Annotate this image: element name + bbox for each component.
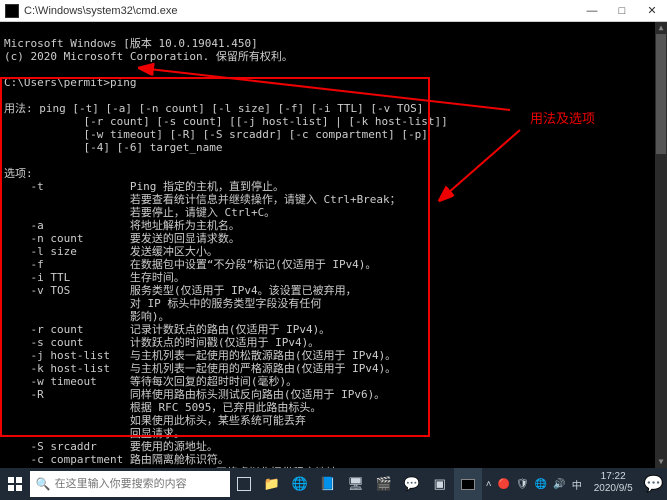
- console-line: (c) 2020 Microsoft Corporation. 保留所有权利。: [4, 50, 293, 63]
- taskbar-app-terminal[interactable]: ▣: [426, 468, 454, 500]
- tray-ime-indicator[interactable]: 中: [572, 477, 582, 492]
- tray-chevron-up-icon[interactable]: ˄: [486, 479, 492, 490]
- console-output[interactable]: Microsoft Windows [版本 10.0.19041.450] (c…: [0, 22, 667, 468]
- taskbar-app-wechat[interactable]: 💬: [398, 468, 426, 500]
- cmd-icon: [5, 4, 19, 18]
- windows-logo-icon: [8, 477, 22, 491]
- scroll-thumb[interactable]: [656, 34, 666, 154]
- taskbar-app-vscode[interactable]: 📘: [314, 468, 342, 500]
- window-title: C:\Windows\system32\cmd.exe: [24, 5, 577, 17]
- console-line: Microsoft Windows [版本 10.0.19041.450]: [4, 37, 258, 50]
- system-tray[interactable]: ˄ 🔴 🛡 🌐 🔊 中: [482, 468, 586, 500]
- console-line: ping [-t] [-a] [-n count] [-l size] [-f]…: [33, 102, 424, 115]
- tray-live-icon[interactable]: 🔴: [498, 479, 510, 490]
- tray-volume-icon[interactable]: 🔊: [553, 479, 565, 490]
- taskbar-app-video[interactable]: 🎬: [370, 468, 398, 500]
- taskbar-app-cmd[interactable]: [454, 468, 482, 500]
- action-center-button[interactable]: 💬: [641, 468, 667, 500]
- options-header: 选项:: [4, 167, 33, 180]
- maximize-button[interactable]: □: [607, 0, 637, 22]
- taskbar: 🔍 📁 🌐 📘 🖥 🎬 💬 ▣ ˄ 🔴 🛡 🌐 🔊 中 17:22 2020/9…: [0, 468, 667, 500]
- clock-time: 17:22: [594, 471, 633, 483]
- scroll-up-arrow[interactable]: ▲: [655, 22, 667, 34]
- search-input[interactable]: [55, 478, 224, 490]
- search-icon: 🔍: [36, 477, 51, 491]
- taskbar-app-edge[interactable]: 🌐: [286, 468, 314, 500]
- taskbar-app-explorer[interactable]: 📁: [258, 468, 286, 500]
- clock-date: 2020/9/5: [594, 483, 633, 495]
- options-list: -t Ping 指定的主机，直到停止。 若要查看统计信息并继续操作，请键入 Ct…: [4, 180, 401, 468]
- task-view-button[interactable]: [230, 468, 258, 500]
- console-scrollbar[interactable]: ▲ ▼: [655, 22, 667, 468]
- console-line: [-4] [-6] target_name: [4, 141, 223, 154]
- scroll-down-arrow[interactable]: ▼: [655, 456, 667, 468]
- console-line: [-r count] [-s count] [[-j host-list] | …: [4, 115, 448, 128]
- taskbar-app-xshell[interactable]: 🖥: [342, 468, 370, 500]
- minimize-button[interactable]: —: [577, 0, 607, 22]
- start-button[interactable]: [0, 468, 30, 500]
- usage-header: 用法:: [4, 102, 33, 115]
- tray-shield-icon[interactable]: 🛡: [516, 479, 529, 490]
- cmd-icon: [461, 479, 475, 490]
- taskbar-search[interactable]: 🔍: [30, 471, 230, 497]
- task-view-icon: [237, 477, 251, 491]
- console-prompt: C:\Users\permit>ping: [4, 76, 136, 89]
- close-button[interactable]: ✕: [637, 0, 667, 22]
- taskbar-clock[interactable]: 17:22 2020/9/5: [586, 468, 641, 500]
- tray-network-icon[interactable]: 🌐: [535, 479, 547, 490]
- window-titlebar: C:\Windows\system32\cmd.exe — □ ✕: [0, 0, 667, 22]
- console-line: [-w timeout] [-R] [-S srcaddr] [-c compa…: [4, 128, 428, 141]
